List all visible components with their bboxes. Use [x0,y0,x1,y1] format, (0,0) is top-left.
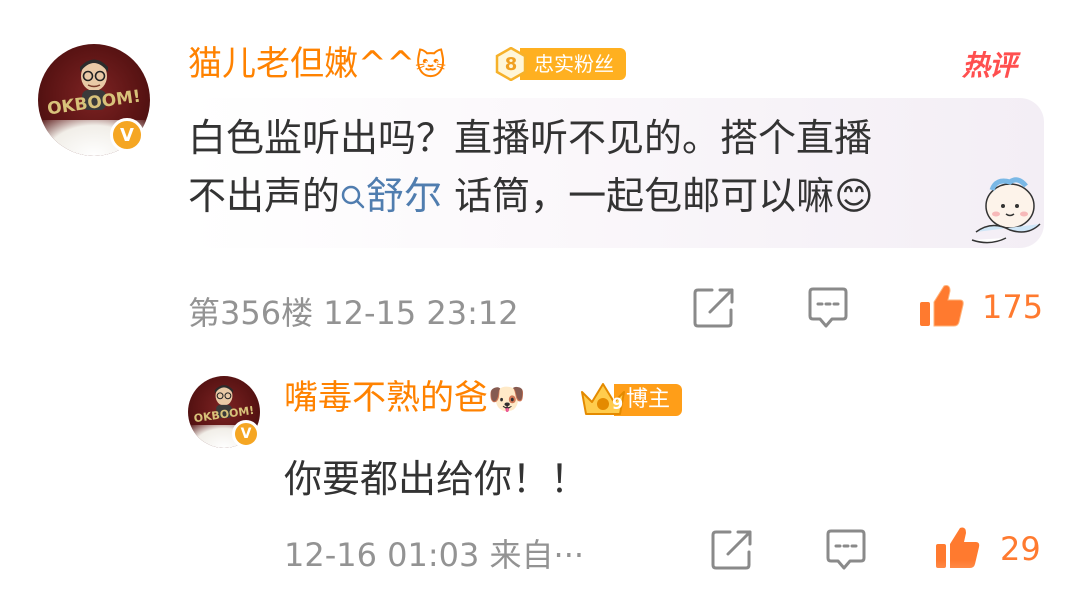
blogger-level-number: 9 [612,394,624,413]
cat-emoji-icon: 🐱 [414,48,447,83]
share-icon[interactable] [692,286,736,330]
verified-badge: V [232,420,260,448]
crown-icon: 9 [578,380,628,420]
comment-meta: 第356楼 12-15 23:12 [188,294,519,332]
replier-username[interactable]: 嘴毒不熟的爸🐶 [284,378,525,420]
reply-text: 你要都出给你！！ [284,457,589,501]
blogger-badge[interactable]: 9 博主 [578,380,683,420]
fan-level-badge[interactable]: 8 忠实粉丝 [494,46,626,82]
reply-meta: 12-16 01:03 来自··· [284,536,585,574]
topic-link[interactable]: 舒尔 [340,174,442,218]
hot-comment-label: 热评 [962,49,1017,82]
dog-emoji-icon: 🐶 [488,382,526,417]
comment-icon[interactable] [806,286,850,330]
search-icon [341,185,365,209]
commenter-username[interactable]: 猫儿老但嫩^^🐱 [188,44,446,86]
share-icon[interactable] [710,528,754,572]
smile-emoji-icon: 😊 [834,174,874,218]
fan-badge-label: 忠实粉丝 [520,48,626,80]
like-count: 175 [982,288,1044,326]
bottom-fade [860,560,1080,603]
comment-text-line-1: 白色监听出吗？直播听不见的。搭个直播 [188,116,873,160]
like-icon[interactable] [918,282,966,330]
verified-badge: V [110,118,144,152]
baby-sticker-icon [971,177,1041,244]
fan-level-number: 8 [494,47,528,81]
comment-text-line-2: 不出声的 舒尔 话筒，一起包邮可以嘛😊 [188,174,874,218]
